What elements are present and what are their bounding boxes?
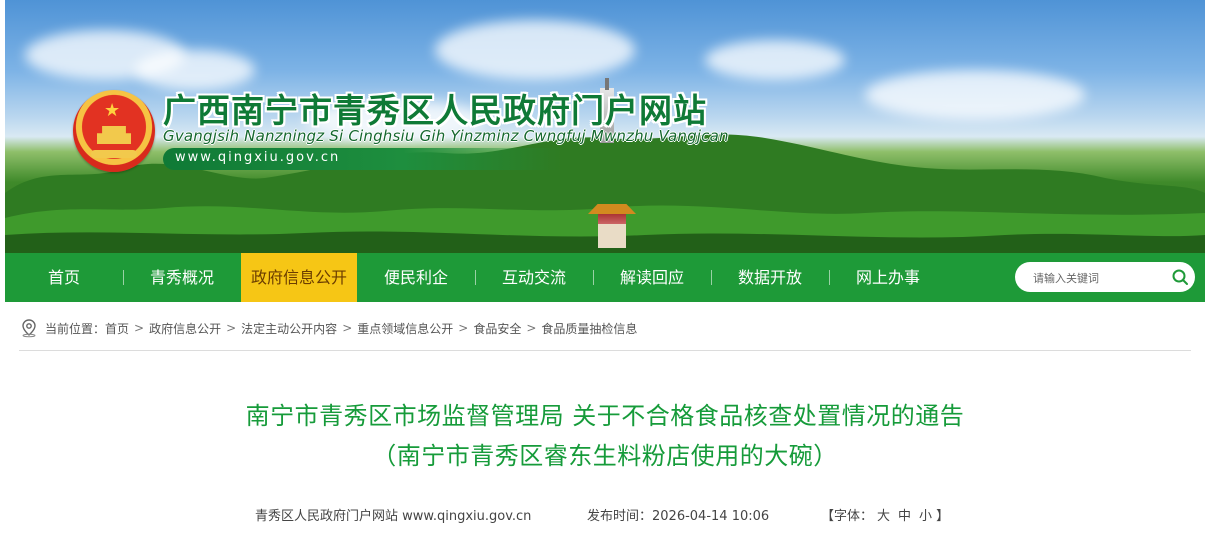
font-size-open: 【字体： xyxy=(821,509,874,524)
breadcrumb-home[interactable]: 首页 xyxy=(105,320,129,337)
breadcrumb-separator: > xyxy=(458,321,469,335)
search-icon[interactable] xyxy=(1171,268,1189,286)
article-title-line-1: 南宁市青秀区市场监督管理局 关于不合格食品核查处置情况的通告 xyxy=(245,402,965,430)
breadcrumb-food-inspection[interactable]: 食品质量抽检信息 xyxy=(541,320,637,337)
search-box xyxy=(1015,262,1195,292)
breadcrumb-separator: > xyxy=(342,321,353,335)
nav-item-gov-info[interactable]: 政府信息公开 xyxy=(241,253,357,302)
site-subtitle: Gvangjsih Nanzningz Si Cinghsiu Gih Yinz… xyxy=(163,127,729,145)
breadcrumb-gov-info[interactable]: 政府信息公开 xyxy=(149,320,221,337)
site-title: 广西南宁市青秀区人民政府门户网站 xyxy=(163,91,707,130)
nav-item-home[interactable]: 首页 xyxy=(5,253,123,302)
article-title: 南宁市青秀区市场监督管理局 关于不合格食品核查处置情况的通告 （南宁市青秀区睿东… xyxy=(5,396,1205,476)
nav-item-overview[interactable]: 青秀概况 xyxy=(123,253,241,302)
nav-item-open-data[interactable]: 数据开放 xyxy=(711,253,829,302)
article-source: 青秀区人民政府门户网站 www.qingxiu.gov.cn xyxy=(255,509,532,524)
pavilion-image xyxy=(588,204,636,248)
search-input[interactable] xyxy=(1031,268,1165,288)
breadcrumb-prefix: 当前位置： xyxy=(45,321,106,336)
nav-item-interaction[interactable]: 互动交流 xyxy=(475,253,593,302)
page: ★ 广西南宁市青秀区人民政府门户网站 Gvangjsih Nanzningz S… xyxy=(5,0,1205,544)
nav-item-interpretation[interactable]: 解读回应 xyxy=(593,253,711,302)
font-size-large-button[interactable]: 大 xyxy=(877,509,890,524)
national-emblem-logo: ★ xyxy=(73,90,155,172)
font-size-small-button[interactable]: 小 xyxy=(919,509,932,524)
font-size-close: 】 xyxy=(936,509,950,524)
article-title-line-2: （南宁市青秀区睿东生料粉店使用的大碗） xyxy=(372,442,838,470)
breadcrumb-separator: > xyxy=(526,321,537,335)
nav-item-online-service[interactable]: 网上办事 xyxy=(829,253,947,302)
breadcrumb-statutory[interactable]: 法定主动公开内容 xyxy=(241,320,337,337)
breadcrumb-separator: > xyxy=(226,321,237,335)
location-pin-icon xyxy=(22,319,36,338)
header-banner: ★ 广西南宁市青秀区人民政府门户网站 Gvangjsih Nanzningz S… xyxy=(5,0,1205,253)
breadcrumb-key-areas[interactable]: 重点领域信息公开 xyxy=(357,320,453,337)
breadcrumb: 当前位置： 首页 > 政府信息公开 > 法定主动公开内容 > 重点领域信息公开 … xyxy=(19,318,637,338)
font-size-control: 【字体：大中小】 xyxy=(821,505,949,524)
breadcrumb-food-safety[interactable]: 食品安全 xyxy=(473,320,521,337)
site-domain-bar: www.qingxiu.gov.cn xyxy=(163,148,563,170)
publish-time: 2026-04-14 10:06 xyxy=(652,509,770,524)
nav-item-convenience[interactable]: 便民利企 xyxy=(357,253,475,302)
site-domain: www.qingxiu.gov.cn xyxy=(175,150,341,165)
article-publish-info: 发布时间：2026-04-14 10:06 xyxy=(587,505,769,524)
breadcrumb-separator: > xyxy=(134,321,145,335)
breadcrumb-divider xyxy=(19,350,1191,351)
publish-label: 发布时间： xyxy=(587,509,653,524)
font-size-medium-button[interactable]: 中 xyxy=(898,509,911,524)
